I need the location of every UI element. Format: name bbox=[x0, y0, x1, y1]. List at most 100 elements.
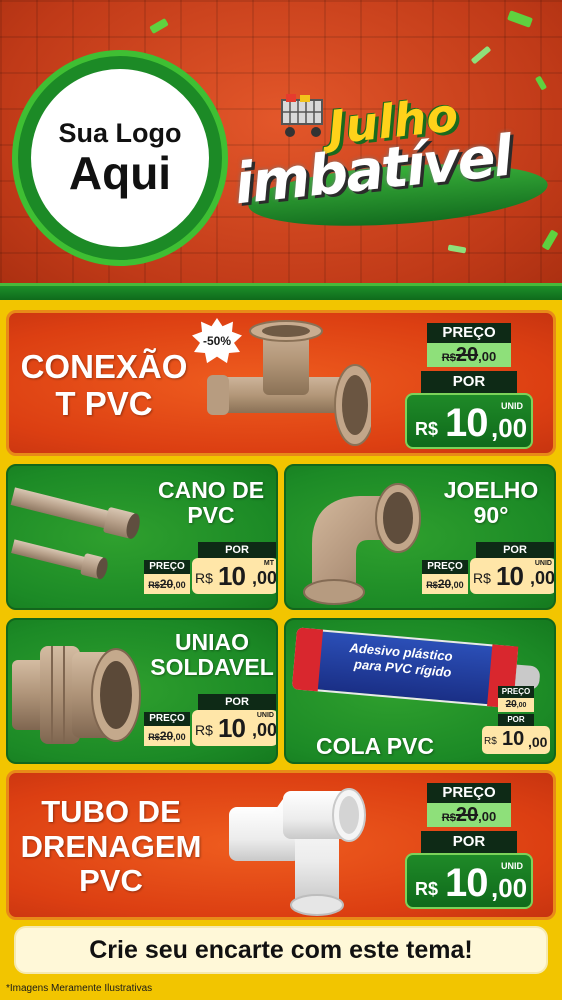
shopping-cart-icon bbox=[281, 94, 323, 137]
price-int: 10 bbox=[218, 561, 246, 591]
logo-placeholder: Sua Logo Aqui bbox=[12, 50, 228, 266]
product-name-line1: JOELHO bbox=[443, 477, 539, 503]
old-price-currency: R$ bbox=[426, 580, 438, 590]
preco-label: PREÇO bbox=[498, 686, 534, 698]
price-cents: ,00 bbox=[252, 568, 278, 588]
product-name-line3: PVC bbox=[79, 863, 143, 899]
price-int: 10 bbox=[445, 861, 488, 905]
por-label: POR bbox=[421, 831, 517, 853]
price-cents: ,00 bbox=[491, 413, 528, 443]
preco-label: PREÇO bbox=[144, 712, 190, 726]
product-name-line1: UNIAO bbox=[174, 629, 250, 655]
new-price: R$ 10 ,00 MT bbox=[192, 558, 278, 594]
old-price-cents: ,00 bbox=[173, 732, 186, 742]
header-banner: Sua Logo Aqui Julho imbatível bbox=[0, 0, 562, 300]
price-box: PREÇO R$20,00 POR R$ 10 ,00 UNID bbox=[144, 694, 278, 750]
logo-line1: Sua Logo bbox=[58, 118, 182, 148]
white-drain-tee-icon bbox=[229, 788, 366, 916]
product-name: CANO DE PVC bbox=[146, 477, 276, 529]
product-name-line2: 90° bbox=[473, 502, 509, 529]
price-currency: R$ bbox=[484, 736, 497, 747]
price-unit: UNID bbox=[534, 560, 552, 567]
product-name-line2: PVC bbox=[187, 502, 235, 529]
product-name-line2: SOLDAVEL bbox=[150, 654, 274, 681]
old-price-int: 20 bbox=[455, 804, 479, 826]
old-price: R$20,00 bbox=[422, 574, 468, 594]
product-name-line2: T PVC bbox=[55, 384, 153, 422]
preco-label: PREÇO bbox=[427, 783, 511, 803]
product-name-line1: TUBO DE bbox=[41, 794, 181, 829]
price-box: PREÇO 20,00 POR R$ 10 ,00 bbox=[478, 686, 554, 762]
product-card-uniao: UNIAO SOLDAVEL PREÇO R$20,00 POR R$ 10 ,… bbox=[6, 618, 278, 764]
old-price-cents: ,00 bbox=[516, 702, 527, 709]
new-price: R$ 10 ,00 UNID bbox=[405, 393, 533, 449]
confetti-piece bbox=[534, 75, 548, 91]
product-card-conexao: CONEXÃO T PVC PREÇO R$20,00 POR R$ 10 ,0… bbox=[6, 310, 556, 456]
product-card-tubo: TUBO DE DRENAGEM PVC PREÇO R$20,00 POR R… bbox=[6, 770, 556, 920]
product-card-joelho: JOELHO 90° PREÇO R$20,00 POR R$ 10 ,00 U… bbox=[284, 464, 556, 610]
old-price: R$20,00 bbox=[144, 726, 190, 746]
old-price-cents: ,00 bbox=[173, 580, 186, 590]
logo-line2: Aqui bbox=[68, 147, 172, 199]
price-int: 10 bbox=[218, 713, 246, 743]
por-label: POR bbox=[198, 694, 276, 710]
price-box: PREÇO R$20,00 POR R$ 10 ,00 MT bbox=[144, 542, 278, 598]
old-price: R$20,00 bbox=[427, 343, 511, 367]
confetti-piece bbox=[541, 229, 559, 251]
price-unit: MT bbox=[263, 560, 274, 567]
old-price-currency: R$ bbox=[441, 812, 456, 824]
product-name: JOELHO 90° bbox=[426, 477, 554, 529]
product-card-cano: CANO DE PVC PREÇO R$20,00 POR R$ 10 ,00 … bbox=[6, 464, 278, 610]
old-price: R$20,00 bbox=[144, 574, 190, 594]
price-currency: R$ bbox=[195, 722, 213, 738]
confetti-piece bbox=[470, 45, 492, 65]
price-int: 10 bbox=[445, 401, 488, 445]
price-box: PREÇO R$20,00 POR R$ 10 ,00 UNID bbox=[422, 542, 556, 598]
old-price: 20,00 bbox=[498, 698, 534, 712]
old-price-cents: ,00 bbox=[478, 349, 497, 364]
price-currency: R$ bbox=[415, 419, 439, 439]
product-name: TUBO DE DRENAGEM PVC bbox=[13, 794, 209, 899]
price-unit: UNID bbox=[501, 401, 523, 411]
product-name-line1: CONEXÃO bbox=[20, 348, 188, 385]
price-unit: UNID bbox=[501, 861, 523, 871]
price-int: 10 bbox=[496, 561, 524, 591]
header-green-band bbox=[0, 283, 562, 300]
confetti-piece bbox=[507, 10, 533, 28]
product-name: CONEXÃO T PVC bbox=[9, 348, 199, 423]
confetti-piece bbox=[447, 244, 467, 254]
product-name-line1: CANO DE bbox=[157, 477, 265, 503]
price-currency: R$ bbox=[415, 879, 439, 899]
por-label: POR bbox=[198, 542, 276, 558]
por-label: POR bbox=[498, 714, 534, 726]
old-price: R$20,00 bbox=[427, 803, 511, 827]
price-currency: R$ bbox=[195, 570, 213, 586]
product-name: UNIAO SOLDAVEL bbox=[146, 629, 276, 681]
campaign-title: Julho imbatível bbox=[228, 87, 558, 235]
old-price-currency: R$ bbox=[148, 580, 160, 590]
logo-circle: Sua Logo Aqui bbox=[31, 69, 209, 247]
tube-red-end bbox=[291, 627, 324, 692]
old-price-currency: R$ bbox=[441, 352, 456, 364]
price-cents: ,00 bbox=[528, 734, 548, 750]
price-cents: ,00 bbox=[530, 568, 556, 588]
price-box: PREÇO R$20,00 POR R$ 10 ,00 UNID bbox=[405, 783, 533, 909]
preco-label: PREÇO bbox=[427, 323, 511, 343]
pvc-union-icon bbox=[12, 646, 141, 744]
pvc-pipe-icon bbox=[10, 487, 140, 580]
product-name-line2: DRENAGEM bbox=[20, 828, 202, 864]
pvc-elbow-icon bbox=[303, 483, 421, 605]
price-cents: ,00 bbox=[252, 720, 278, 740]
disclaimer-text: *Imagens Meramente Ilustrativas bbox=[6, 983, 153, 994]
confetti-piece bbox=[149, 18, 169, 34]
old-price-cents: ,00 bbox=[451, 580, 464, 590]
new-price: R$ 10 ,00 UNID bbox=[470, 558, 556, 594]
old-price-int: 20 bbox=[437, 577, 452, 591]
price-currency: R$ bbox=[473, 570, 491, 586]
product-card-cola: Adesivo plástico para PVC rígido COLA PV… bbox=[284, 618, 556, 764]
price-int: 10 bbox=[502, 728, 525, 750]
new-price: R$ 10 ,00 bbox=[482, 726, 550, 754]
old-price-currency: R$ bbox=[148, 732, 160, 742]
por-label: POR bbox=[476, 542, 554, 558]
cta-banner[interactable]: Crie seu encarte com este tema! bbox=[14, 926, 548, 974]
